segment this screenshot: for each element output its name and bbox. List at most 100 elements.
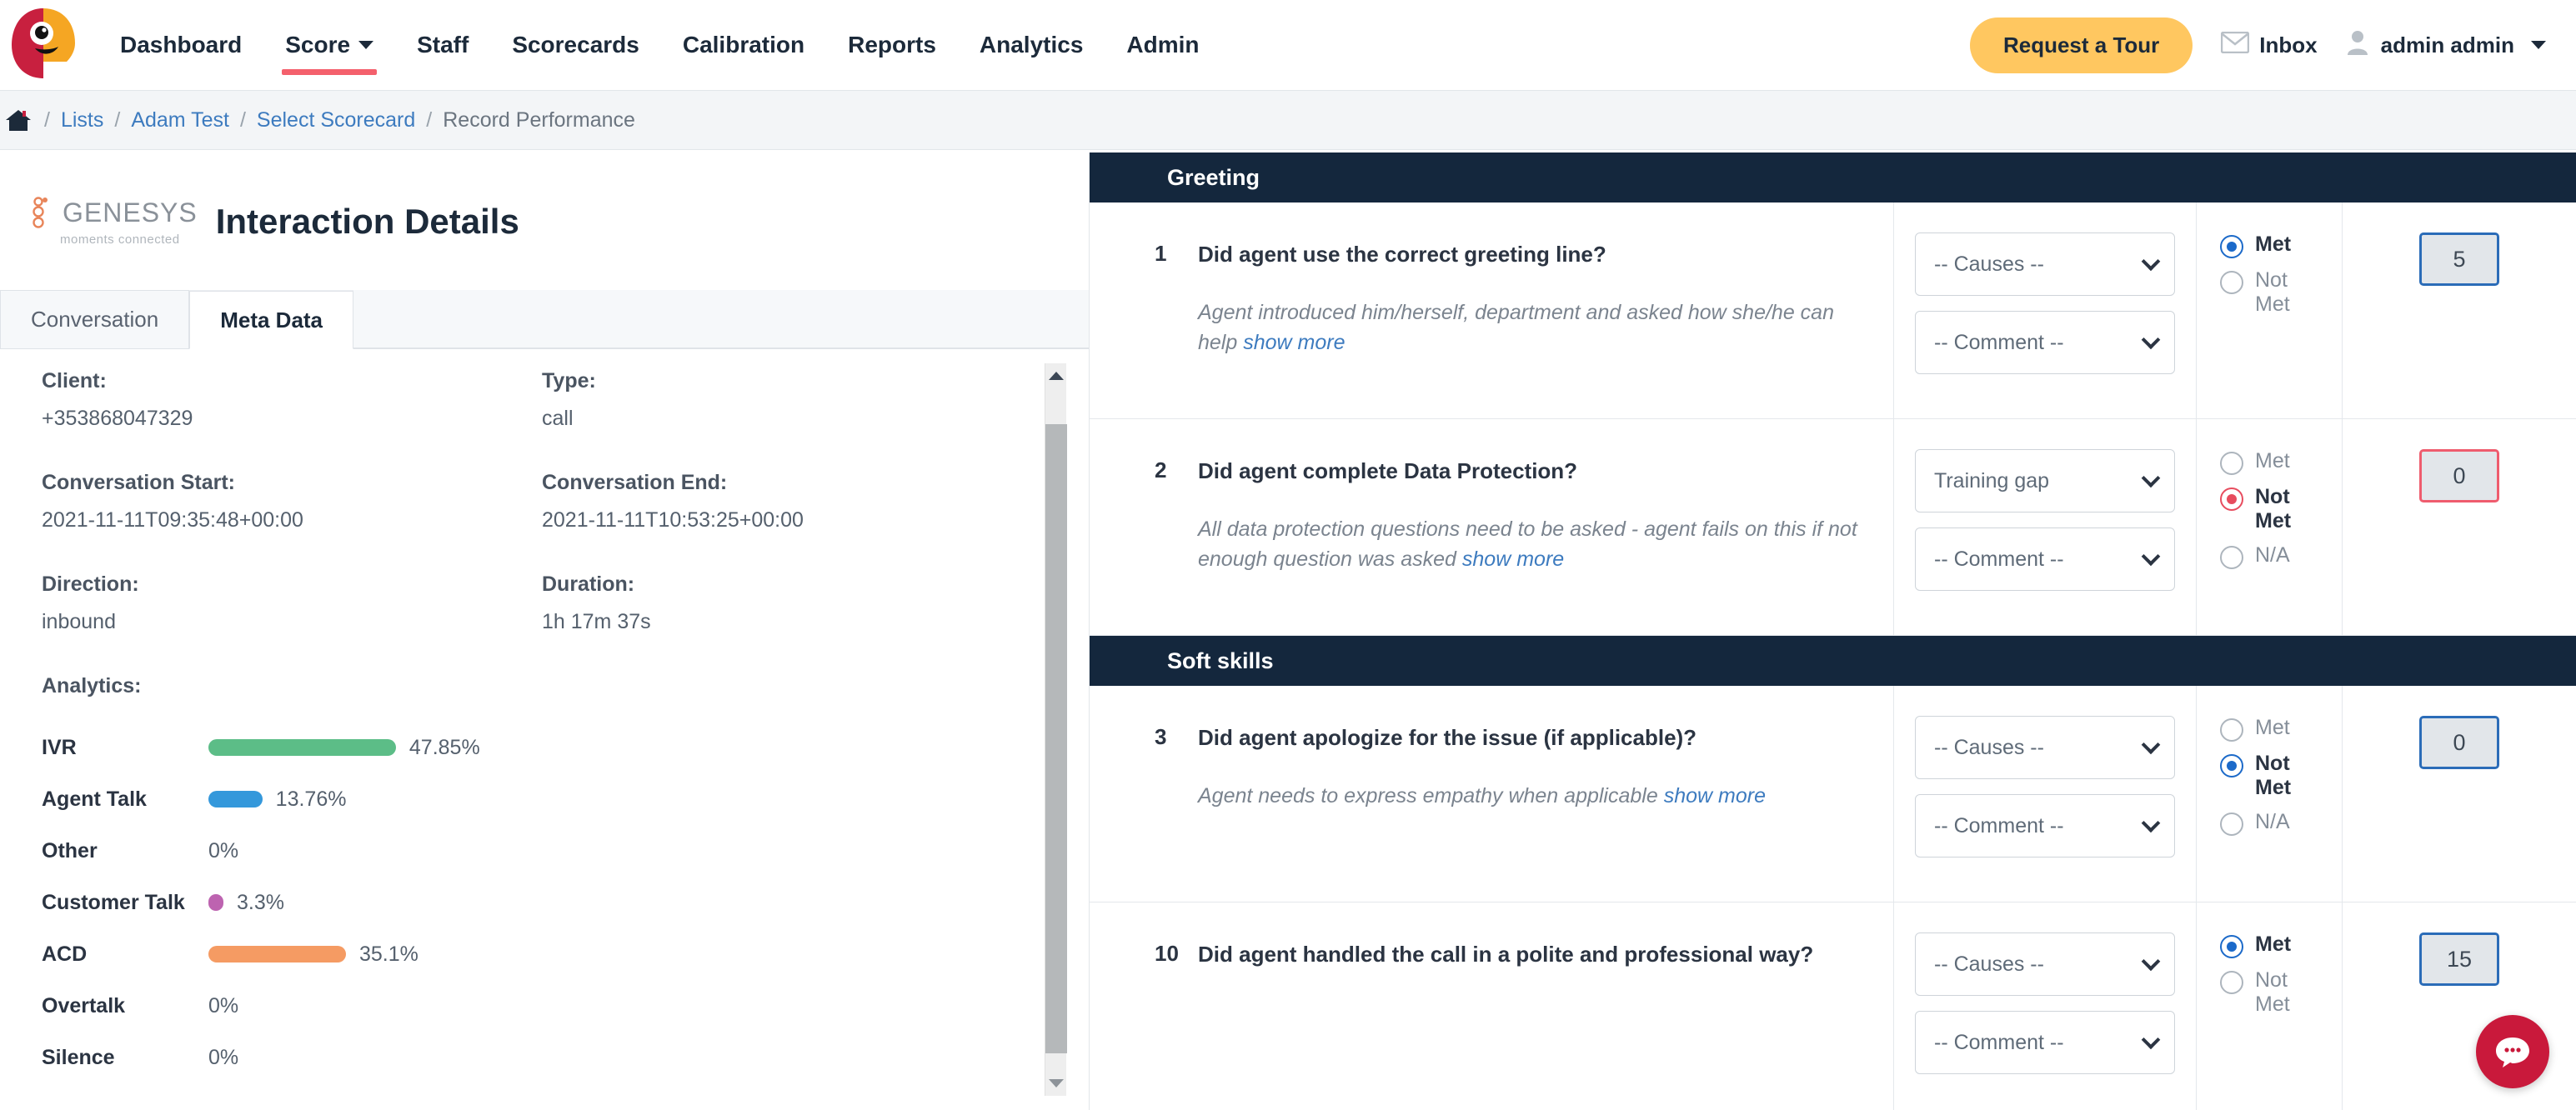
radio-button-icon[interactable] — [2220, 935, 2243, 958]
causes-select[interactable]: -- Causes -- — [1915, 932, 2175, 996]
select-value: Training gap — [1934, 468, 2050, 492]
radio-option-label: Not Met — [2255, 968, 2290, 1016]
envelope-icon — [2221, 31, 2250, 59]
radio-button-icon[interactable] — [2220, 235, 2243, 258]
analytics-category-label: IVR — [42, 735, 77, 759]
parrot-logo-icon[interactable] — [7, 2, 87, 85]
chevron-down-icon — [2141, 252, 2161, 272]
comment-select[interactable]: -- Comment -- — [1915, 1011, 2175, 1074]
radio-button-icon[interactable] — [2220, 271, 2243, 294]
section-header-greeting: Greeting — [1090, 152, 2576, 202]
nav-item-scorecards[interactable]: Scorecards — [490, 0, 661, 90]
breadcrumb-item-lists[interactable]: Lists — [61, 108, 103, 132]
nav-item-admin[interactable]: Admin — [1105, 0, 1220, 90]
meta-data-body: Client: +353868047329 Type: call Convers… — [0, 349, 1089, 1110]
breadcrumb-separator: / — [44, 108, 50, 132]
analytics-bar-row: Silence 0% — [42, 1032, 1050, 1083]
question-text-cell: 1 Did agent use the correct greeting line… — [1090, 202, 1894, 418]
question-description: All data protection questions need to be… — [1198, 517, 1857, 572]
left-panel-scrollbar[interactable] — [1045, 363, 1067, 1096]
scorecard-sections: Greeting 1 Did agent use the correct greet… — [1090, 152, 2576, 1110]
question-number: 10 — [1155, 941, 1179, 966]
nav-item-analytics[interactable]: Analytics — [958, 0, 1105, 90]
select-value: -- Comment -- — [1934, 1030, 2064, 1054]
radio-option-not-met[interactable]: Not Met — [2220, 485, 2342, 533]
section-title: Greeting — [1167, 164, 1260, 190]
interaction-tabs: Conversation Meta Data — [0, 290, 1089, 349]
nav-item-reports[interactable]: Reports — [826, 0, 958, 90]
radio-option-met[interactable]: Met — [2220, 449, 2342, 475]
show-more-link[interactable]: show more — [1664, 784, 1766, 808]
radio-option-met[interactable]: Met — [2220, 716, 2342, 742]
causes-select[interactable]: -- Causes -- — [1915, 716, 2175, 779]
radio-option-n-a[interactable]: N/A — [2220, 810, 2342, 836]
analytics-category-label: Silence — [42, 1045, 115, 1069]
nav-item-calibration[interactable]: Calibration — [661, 0, 826, 90]
radio-option-not-met[interactable]: Not Met — [2220, 752, 2342, 800]
radio-option-met[interactable]: Met — [2220, 932, 2342, 958]
score-input[interactable]: 0 — [2419, 716, 2499, 769]
scroll-up-arrow-icon[interactable] — [1045, 365, 1067, 387]
radio-button-icon[interactable] — [2220, 754, 2243, 778]
home-icon[interactable] — [5, 108, 32, 132]
meta-field-conversation-start: Conversation Start: 2021-11-11T09:35:48+… — [42, 471, 542, 532]
meta-row: Conversation Start: 2021-11-11T09:35:48+… — [42, 471, 1050, 532]
nav-label: Dashboard — [120, 32, 243, 58]
radio-button-icon[interactable] — [2220, 488, 2243, 511]
radio-option-label: Not Met — [2255, 485, 2292, 532]
breadcrumb-item-adam-test[interactable]: Adam Test — [131, 108, 229, 132]
nav-item-dashboard[interactable]: Dashboard — [98, 0, 263, 90]
comment-select[interactable]: -- Comment -- — [1915, 311, 2175, 374]
chevron-down-icon — [2141, 330, 2161, 350]
analytics-category-label: ACD — [42, 942, 88, 966]
analytics-bar-zone: 35.1% — [208, 942, 642, 967]
score-input[interactable]: 0 — [2419, 449, 2499, 502]
question-description: Agent introduced him/herself, department… — [1198, 300, 1834, 355]
request-a-tour-button[interactable]: Request a Tour — [1969, 17, 2193, 73]
radio-option-n-a[interactable]: N/A — [2220, 543, 2342, 569]
chat-bubble-icon[interactable] — [2476, 1015, 2549, 1088]
radio-option-met[interactable]: Met — [2220, 232, 2342, 258]
user-avatar-icon — [2346, 30, 2369, 61]
select-value: -- Comment -- — [1934, 330, 2064, 354]
tab-label: Conversation — [31, 307, 159, 332]
tab-meta-data[interactable]: Meta Data — [189, 291, 354, 349]
radio-option-not-met[interactable]: Not Met — [2220, 968, 2342, 1017]
radio-option-not-met[interactable]: Not Met — [2220, 268, 2342, 317]
meta-label: Client: — [42, 369, 107, 392]
scroll-down-arrow-icon[interactable] — [1045, 1072, 1067, 1094]
genesys-wordmark: GENESYS — [63, 198, 198, 228]
inbox-link[interactable]: Inbox — [2221, 31, 2318, 59]
radio-button-icon[interactable] — [2220, 545, 2243, 569]
causes-select[interactable]: -- Causes -- — [1915, 232, 2175, 296]
score-input[interactable]: 5 — [2419, 232, 2499, 286]
comment-select[interactable]: -- Comment -- — [1915, 528, 2175, 591]
show-more-link[interactable]: show more — [1243, 331, 1345, 354]
meta-label: Direction: — [42, 572, 139, 596]
radio-option-label: Met — [2255, 716, 2290, 739]
analytics-bar-row: ACD 35.1% — [42, 928, 1050, 980]
breadcrumb-separator: / — [239, 108, 246, 132]
score-input[interactable]: 15 — [2419, 932, 2499, 986]
radio-button-icon[interactable] — [2220, 718, 2243, 742]
question-title: Did agent use the correct greeting line? — [1198, 242, 1606, 267]
question-selects-cell: -- Causes -- -- Comment -- — [1894, 202, 2197, 418]
breadcrumb-item-select-scorecard[interactable]: Select Scorecard — [257, 108, 415, 132]
nav-item-score[interactable]: Score — [263, 0, 395, 90]
chevron-down-icon — [2141, 735, 2161, 755]
analytics-label: Analytics: — [42, 674, 142, 698]
nav-label: Staff — [417, 32, 469, 58]
nav-item-staff[interactable]: Staff — [395, 0, 490, 90]
meta-label: Conversation End: — [542, 471, 728, 494]
tab-conversation[interactable]: Conversation — [0, 290, 190, 348]
comment-select[interactable]: -- Comment -- — [1915, 794, 2175, 858]
radio-button-icon[interactable] — [2220, 452, 2243, 475]
radio-button-icon[interactable] — [2220, 812, 2243, 836]
user-menu[interactable]: admin admin — [2346, 30, 2546, 61]
scrollbar-thumb[interactable] — [1045, 424, 1067, 1053]
question-body: Did agent handled the call in a polite a… — [1198, 941, 1860, 1094]
question-number: 2 — [1155, 458, 1167, 482]
radio-button-icon[interactable] — [2220, 971, 2243, 994]
show-more-link[interactable]: show more — [1462, 548, 1564, 571]
causes-select[interactable]: Training gap — [1915, 449, 2175, 512]
